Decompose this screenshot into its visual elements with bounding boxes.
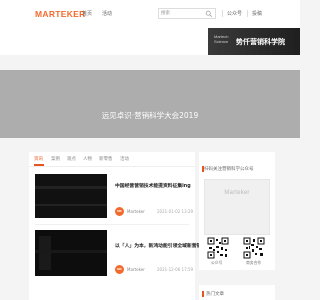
article-feed: 资讯 案例 观点 人物 新零售 活动 中国经营营销技术能提资料征集ing MK … — [29, 152, 216, 300]
tab-cases[interactable]: 案例 — [51, 156, 60, 162]
qr-label-wechat: 公众号 — [211, 260, 223, 265]
tab-opinions[interactable]: 观点 — [67, 156, 76, 162]
tab-news[interactable]: 资讯 — [34, 156, 43, 162]
qr-code-business — [243, 237, 265, 259]
search-icon[interactable] — [205, 10, 213, 18]
cover-logo-text: Marteker — [224, 190, 250, 196]
article-title[interactable]: 中国经营营销技术能提资料征集ing — [115, 182, 191, 189]
hot-articles-title: 热门文章 — [206, 292, 224, 297]
category-tabs: 资讯 案例 观点 人物 新零售 活动 — [29, 152, 195, 167]
author-avatar[interactable]: MK — [115, 207, 124, 216]
article-author[interactable]: Marteker — [127, 267, 145, 272]
article-date: 2021-12-06 17:59 — [157, 267, 194, 272]
nav-item-submit[interactable]: 投稿 — [252, 10, 262, 17]
qr-label-business: 商务合作 — [246, 260, 262, 265]
promo-banner: Martech Science 势仟营销科学院 — [0, 28, 300, 55]
site-logo[interactable]: MARTEKER — [35, 9, 86, 19]
nav-item-events[interactable]: 活动 — [102, 10, 112, 17]
hero-banner[interactable]: 远见卓识·营销科学大会2019 — [0, 70, 300, 138]
promo-banner-image[interactable]: Martech Science 势仟营销科学院 — [208, 28, 300, 55]
tab-people[interactable]: 人物 — [83, 156, 92, 162]
article-date: 2021-01-02 13:29 — [157, 209, 194, 214]
nav-item-home[interactable]: 首页 — [82, 10, 92, 17]
top-nav-bar: MARTEKER 首页 活动 公众号 投稿 — [0, 0, 300, 29]
hero-title: 远见卓识·营销科学大会2019 — [101, 111, 199, 120]
qr-code-wechat — [207, 237, 229, 259]
tab-events[interactable]: 活动 — [120, 156, 129, 162]
promo-banner-title: 势仟营销科学院 — [236, 38, 285, 46]
nav-divider — [247, 10, 248, 17]
promo-banner-subtitle: Martech Science — [214, 34, 229, 44]
follow-section-title: 扫码关注营销科学公众号 — [204, 167, 254, 172]
active-tab-indicator — [34, 164, 44, 166]
tab-new-retail[interactable]: 新零售 — [99, 156, 113, 162]
section-marker — [202, 291, 204, 297]
nav-item-wechat[interactable]: 公众号 — [227, 10, 242, 17]
search-input[interactable] — [161, 9, 205, 18]
article-thumbnail[interactable] — [35, 230, 107, 276]
hot-articles-sidebar: 热门文章 — [199, 285, 275, 300]
search-box — [158, 8, 216, 19]
wechat-cover-image: Marteker — [204, 179, 270, 235]
article-thumbnail[interactable] — [35, 174, 107, 218]
follow-sidebar: 扫码关注营销科学公众号 Marteker 公众号 商务合作 — [199, 152, 275, 270]
nav-divider — [222, 10, 223, 17]
author-avatar[interactable]: MK — [115, 265, 124, 274]
row-divider — [35, 224, 189, 225]
article-author[interactable]: Marteker — [127, 209, 145, 214]
